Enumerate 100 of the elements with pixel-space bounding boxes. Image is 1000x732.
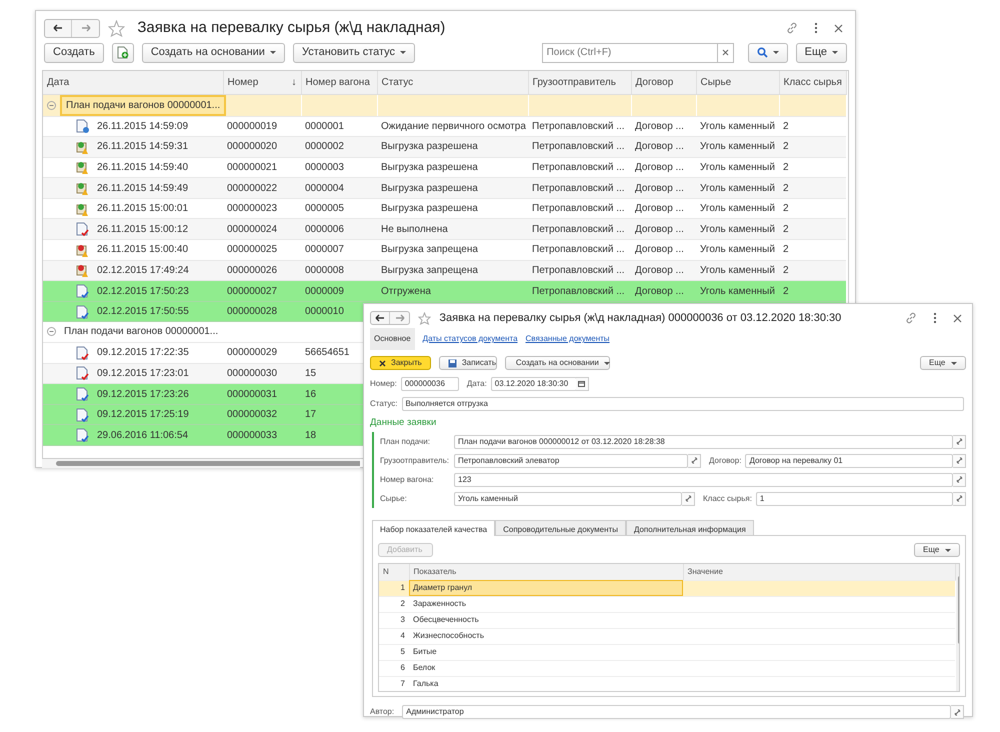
table-cell: 000000028	[227, 306, 278, 318]
dropdown-button[interactable]: Установить статус	[292, 42, 416, 62]
table-cell: Уголь каменный	[700, 264, 775, 276]
more-button[interactable]: Еще	[920, 356, 966, 370]
column-header: N	[383, 567, 389, 576]
field-label: Номер вагона:	[380, 474, 435, 486]
column-header: Дата	[47, 76, 70, 88]
column-header: Статус	[382, 76, 414, 88]
table-cell-text: 26.11.2015 14:59:31	[97, 140, 188, 154]
table-cell: 18	[305, 430, 316, 441]
dropdown-button[interactable]: Создать на основании	[504, 356, 610, 370]
open-button[interactable]	[953, 492, 966, 506]
row-number: 3	[400, 615, 405, 624]
tab[interactable]: Сопроводительные документы	[495, 520, 626, 536]
section-link[interactable]: Даты статусов документа	[422, 333, 518, 345]
table-cell-text: 09.12.2015 17:23:26	[97, 388, 189, 402]
open-button[interactable]	[953, 472, 966, 487]
add-document-button[interactable]	[112, 42, 134, 62]
author-field[interactable]: Администратор	[402, 705, 951, 720]
close-icon[interactable]	[953, 314, 962, 322]
table-cell: 2	[783, 203, 789, 214]
close-icon[interactable]	[834, 24, 843, 32]
table-cell: Уголь каменный	[700, 141, 775, 152]
open-button[interactable]	[951, 705, 964, 720]
column-header: Номер	[228, 76, 258, 90]
table-cell-text: 26.11.2015 15:00:40	[97, 243, 188, 258]
column-header: Сырье	[700, 76, 732, 88]
more-button[interactable]: Еще	[796, 42, 847, 62]
input-field[interactable]: План подачи вагонов 000000012 от 03.12.2020 18:28:38	[454, 434, 953, 449]
input-field[interactable]: Уголь каменный	[454, 492, 682, 506]
date-field[interactable]: 03.12.2020 18:30:30	[490, 377, 577, 391]
table-cell: Ожидание первичного осмотра	[381, 120, 526, 132]
group-row-label[interactable]: План подачи вагонов 00000001...	[60, 94, 226, 116]
tab[interactable]: Набор показателей качества	[372, 520, 496, 536]
field-label: Сырье:	[380, 492, 408, 505]
clear-button[interactable]	[718, 42, 734, 62]
more-icon[interactable]	[933, 312, 937, 324]
table-cell: Зараженность	[413, 599, 466, 608]
dropdown-button[interactable]: Создать на основании	[142, 42, 285, 62]
table-cell: Договор ...	[635, 224, 684, 235]
table-cell: Петропавловский ...	[532, 203, 625, 214]
field-label: Класс сырья:	[703, 492, 752, 505]
table-cell: 000000026	[227, 264, 278, 276]
open-button[interactable]	[682, 492, 695, 506]
table-cell: Уголь каменный	[700, 182, 775, 194]
more-icon[interactable]	[814, 22, 818, 34]
input-field[interactable]: Договор на перевалку 01	[745, 454, 953, 468]
open-button[interactable]	[688, 454, 701, 468]
table-cell: 0000009	[305, 286, 344, 297]
horizontal-scrollbar[interactable]	[42, 459, 360, 468]
input-field[interactable]: 1	[756, 492, 953, 506]
calendar-button[interactable]	[576, 377, 589, 391]
table-cell-text: 02.12.2015 17:50:23	[97, 284, 189, 299]
section-tab[interactable]: Основное	[370, 328, 415, 350]
field-label: Автор:	[370, 706, 394, 718]
field-label: Договор:	[709, 454, 742, 467]
open-button[interactable]	[953, 454, 966, 468]
table-cell: Уголь каменный	[700, 224, 775, 235]
table-cell: Выгрузка запрещена	[381, 264, 478, 276]
tab[interactable]: Дополнительная информация	[626, 520, 754, 536]
number-field[interactable]: 000000036	[400, 377, 459, 391]
table-cell: Обесцвеченность	[413, 615, 479, 624]
input-field[interactable]: 123	[454, 472, 953, 487]
table-cell: Договор ...	[635, 203, 684, 214]
table-cell: 000000019	[227, 120, 278, 132]
table-cell: Выгрузка разрешена	[381, 182, 478, 194]
table-cell-text: 02.12.2015 17:50:55	[97, 305, 189, 320]
close-button[interactable]: Закрыть	[370, 356, 431, 370]
table-cell: 000000033	[227, 430, 278, 441]
status-field[interactable]: Выполняется отгрузка	[402, 397, 964, 411]
column-header: Номер вагона	[306, 76, 370, 88]
table-cell: 000000032	[227, 409, 278, 420]
row-number: 1	[400, 583, 405, 592]
group-row-label[interactable]: План подачи вагонов 00000001...	[60, 323, 222, 340]
input-field[interactable]: Петропавловский элеватор	[454, 454, 688, 468]
search-icon	[756, 47, 768, 58]
field-label: Номер:	[370, 378, 397, 390]
window-title: Заявка на перевалку сырья (ж\д накладная) 000000036 от 03.12.2020 18:30:30	[439, 310, 842, 326]
collapse-icon[interactable]	[47, 327, 56, 336]
row-number: 7	[400, 679, 405, 688]
table-cell: 000000029	[227, 347, 278, 358]
star-icon[interactable]	[108, 20, 126, 36]
table-cell: Петропавловский ...	[532, 244, 625, 256]
section-link[interactable]: Связанные документы	[526, 333, 610, 345]
star-icon[interactable]	[418, 312, 432, 324]
save-button[interactable]: Записать	[438, 356, 497, 370]
search-field[interactable]: Поиск (Ctrl+F)	[542, 42, 718, 62]
more-button[interactable]: Еще	[914, 543, 960, 558]
search-button[interactable]	[748, 42, 788, 62]
create-button[interactable]: Создать	[44, 42, 104, 62]
table-cell: Петропавловский ...	[532, 162, 625, 173]
open-button[interactable]	[953, 434, 966, 449]
table-cell: Договор ...	[635, 244, 684, 256]
sort-arrow-icon[interactable]: ↓	[292, 74, 296, 90]
table-cell: Не выполнена	[381, 224, 448, 235]
table-cell: 2	[783, 244, 789, 256]
table-cell: 0000003	[305, 162, 344, 173]
row-number: 5	[400, 647, 405, 656]
collapse-icon[interactable]	[47, 100, 56, 110]
column-header: Грузоотправитель	[532, 76, 616, 88]
